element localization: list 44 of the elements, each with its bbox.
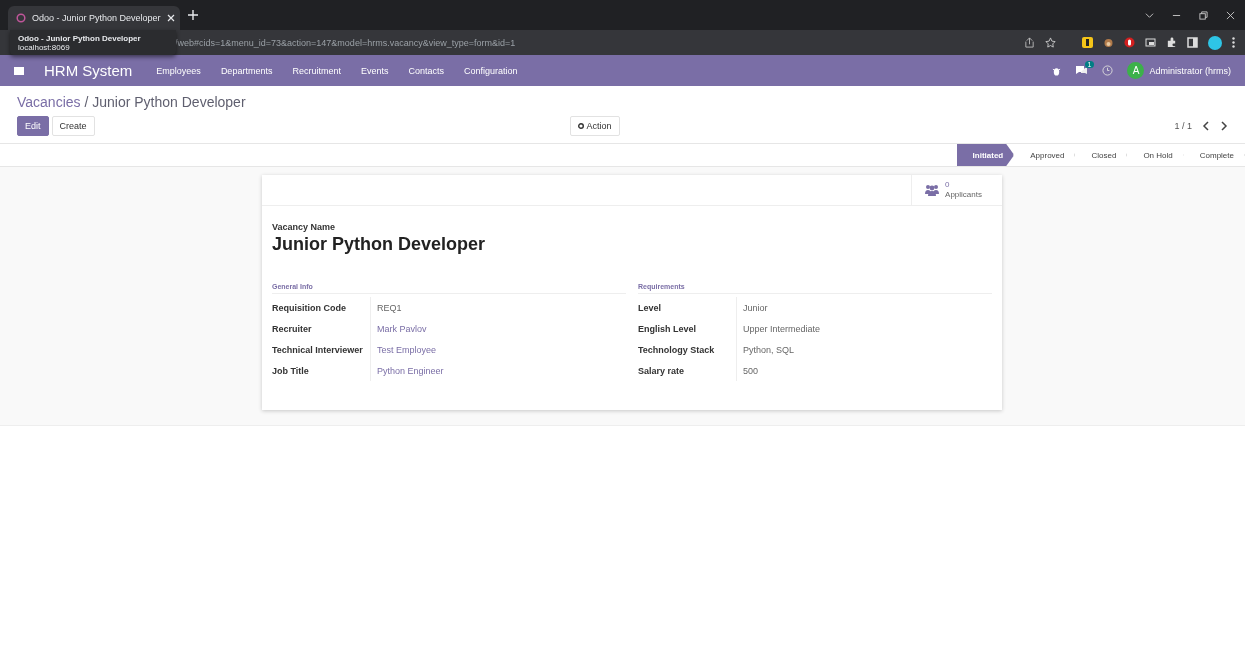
field-label: Job Title <box>272 365 310 376</box>
edit-button[interactable]: Edit <box>17 116 49 136</box>
user-name: Administrator (hrms) <box>1149 65 1231 76</box>
field-value: 500 <box>736 360 992 381</box>
field-link[interactable]: Python Engineer <box>370 360 626 381</box>
field-label: Level <box>638 302 662 313</box>
applicants-label: Applicants <box>945 190 982 199</box>
field-link[interactable]: Mark Pavlov <box>370 318 626 339</box>
field-value: Upper Intermediate <box>736 318 992 339</box>
breadcrumb-link[interactable]: Vacancies <box>17 94 81 110</box>
applicants-count: 0 <box>945 180 950 190</box>
menu-item[interactable]: Recruitment <box>292 65 341 76</box>
user-menu[interactable]: A Administrator (hrms) <box>1127 62 1231 79</box>
browser-tab[interactable]: Odoo - Junior Python Developer <box>8 6 180 30</box>
field-label: Technology Stack <box>638 344 716 355</box>
tab-title: Odoo - Junior Python Developer <box>32 13 161 23</box>
menu-item[interactable]: Events <box>360 65 389 76</box>
field-label: Requisition Code <box>272 302 347 313</box>
field-label: English Level <box>638 323 698 334</box>
menu-item[interactable]: Contacts <box>408 65 444 76</box>
status-stage[interactable]: Initiated <box>956 144 1015 166</box>
menu-item[interactable]: Configuration <box>463 65 518 76</box>
field-value: Junior <box>736 297 992 318</box>
create-button[interactable]: Create <box>51 116 95 136</box>
app-brand[interactable]: HRM System <box>44 62 133 79</box>
action-button[interactable]: Action <box>569 116 620 136</box>
user-avatar: A <box>1127 62 1145 79</box>
tooltip-title: Odoo - Junior Python Developer <box>18 33 142 43</box>
field-value: Python, SQL <box>736 339 992 360</box>
field-label: Technical Interviewer <box>272 344 364 355</box>
vacancy-name: Junior Python Developer <box>272 234 487 255</box>
field-link[interactable]: Test Employee <box>370 339 626 360</box>
field-label: Vacancy Name <box>272 222 337 232</box>
applicants-button[interactable]: 0 Applicants <box>911 175 1002 205</box>
address-url[interactable]: /web#cids=1&menu_id=73&action=147&model=hrms.vacancy&view_type=form&id=1 <box>175 37 516 48</box>
breadcrumb-current: Junior Python Developer <box>92 94 246 110</box>
breadcrumb-separator: / <box>84 94 89 110</box>
menu-item[interactable]: Employees <box>156 65 201 76</box>
tooltip-url: localhost:8069 <box>18 42 71 52</box>
menu-item[interactable]: Departments <box>220 65 273 76</box>
field-label: Salary rate <box>638 365 686 376</box>
field-label: Recruiter <box>272 323 313 334</box>
field-value: REQ1 <box>370 297 626 318</box>
pager-value: 1 / 1 <box>1174 121 1192 131</box>
